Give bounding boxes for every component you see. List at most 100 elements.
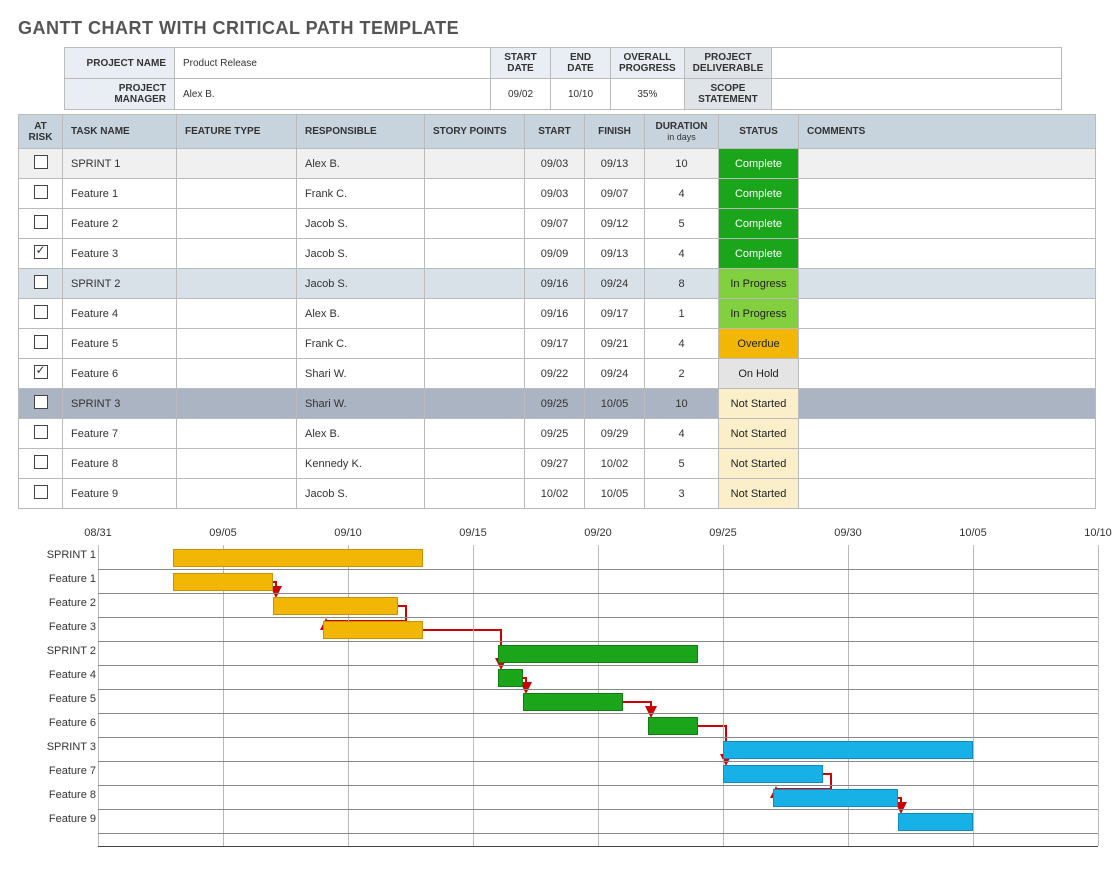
status-cell[interactable]: Not Started [719, 479, 799, 509]
task-name-cell[interactable]: Feature 6 [63, 359, 177, 389]
value-end-date[interactable]: 10/10 [551, 79, 611, 110]
value-project-manager[interactable]: Alex B. [175, 79, 491, 110]
checkbox-icon[interactable] [34, 185, 48, 199]
duration-cell[interactable]: 4 [645, 179, 719, 209]
value-start-date[interactable]: 09/02 [491, 79, 551, 110]
risk-cell[interactable] [19, 389, 63, 419]
checkbox-icon[interactable] [34, 395, 48, 409]
start-cell[interactable]: 09/17 [525, 329, 585, 359]
finish-cell[interactable]: 10/05 [585, 389, 645, 419]
story-points-cell[interactable] [425, 329, 525, 359]
value-overall-progress[interactable]: 35% [611, 79, 685, 110]
feature-type-cell[interactable] [177, 479, 297, 509]
comments-cell[interactable] [799, 179, 1096, 209]
duration-cell[interactable]: 5 [645, 209, 719, 239]
risk-cell[interactable] [19, 479, 63, 509]
duration-cell[interactable]: 10 [645, 149, 719, 179]
responsible-cell[interactable]: Shari W. [297, 359, 425, 389]
responsible-cell[interactable]: Alex B. [297, 299, 425, 329]
risk-cell[interactable] [19, 149, 63, 179]
comments-cell[interactable] [799, 449, 1096, 479]
feature-type-cell[interactable] [177, 149, 297, 179]
start-cell[interactable]: 09/25 [525, 389, 585, 419]
start-cell[interactable]: 10/02 [525, 479, 585, 509]
comments-cell[interactable] [799, 269, 1096, 299]
duration-cell[interactable]: 5 [645, 449, 719, 479]
responsible-cell[interactable]: Alex B. [297, 419, 425, 449]
task-name-cell[interactable]: Feature 2 [63, 209, 177, 239]
risk-cell[interactable] [19, 299, 63, 329]
start-cell[interactable]: 09/07 [525, 209, 585, 239]
comments-cell[interactable] [799, 209, 1096, 239]
comments-cell[interactable] [799, 329, 1096, 359]
value-project-name[interactable]: Product Release [175, 48, 491, 79]
status-cell[interactable]: On Hold [719, 359, 799, 389]
story-points-cell[interactable] [425, 209, 525, 239]
responsible-cell[interactable]: Frank C. [297, 179, 425, 209]
gantt-bar[interactable] [273, 597, 398, 615]
feature-type-cell[interactable] [177, 179, 297, 209]
duration-cell[interactable]: 4 [645, 239, 719, 269]
risk-cell[interactable] [19, 179, 63, 209]
story-points-cell[interactable] [425, 239, 525, 269]
responsible-cell[interactable]: Jacob S. [297, 269, 425, 299]
risk-cell[interactable] [19, 359, 63, 389]
story-points-cell[interactable] [425, 359, 525, 389]
finish-cell[interactable]: 09/13 [585, 149, 645, 179]
status-cell[interactable]: Not Started [719, 389, 799, 419]
feature-type-cell[interactable] [177, 419, 297, 449]
checkbox-icon[interactable] [34, 365, 48, 379]
responsible-cell[interactable]: Alex B. [297, 149, 425, 179]
feature-type-cell[interactable] [177, 389, 297, 419]
risk-cell[interactable] [19, 329, 63, 359]
gantt-bar[interactable] [898, 813, 973, 831]
risk-cell[interactable] [19, 269, 63, 299]
responsible-cell[interactable]: Kennedy K. [297, 449, 425, 479]
finish-cell[interactable]: 09/17 [585, 299, 645, 329]
value-deliverable[interactable] [772, 48, 1062, 79]
comments-cell[interactable] [799, 419, 1096, 449]
checkbox-icon[interactable] [34, 335, 48, 349]
gantt-bar[interactable] [173, 549, 423, 567]
gantt-bar[interactable] [498, 669, 523, 687]
comments-cell[interactable] [799, 479, 1096, 509]
finish-cell[interactable]: 09/24 [585, 269, 645, 299]
responsible-cell[interactable]: Shari W. [297, 389, 425, 419]
comments-cell[interactable] [799, 359, 1096, 389]
feature-type-cell[interactable] [177, 239, 297, 269]
task-name-cell[interactable]: Feature 3 [63, 239, 177, 269]
start-cell[interactable]: 09/03 [525, 149, 585, 179]
finish-cell[interactable]: 09/13 [585, 239, 645, 269]
status-cell[interactable]: Complete [719, 149, 799, 179]
finish-cell[interactable]: 09/07 [585, 179, 645, 209]
duration-cell[interactable]: 2 [645, 359, 719, 389]
checkbox-icon[interactable] [34, 245, 48, 259]
duration-cell[interactable]: 3 [645, 479, 719, 509]
status-cell[interactable]: Not Started [719, 449, 799, 479]
checkbox-icon[interactable] [34, 305, 48, 319]
finish-cell[interactable]: 10/05 [585, 479, 645, 509]
checkbox-icon[interactable] [34, 485, 48, 499]
finish-cell[interactable]: 10/02 [585, 449, 645, 479]
task-name-cell[interactable]: Feature 8 [63, 449, 177, 479]
gantt-bar[interactable] [723, 741, 973, 759]
start-cell[interactable]: 09/22 [525, 359, 585, 389]
gantt-bar[interactable] [173, 573, 273, 591]
status-cell[interactable]: Overdue [719, 329, 799, 359]
start-cell[interactable]: 09/09 [525, 239, 585, 269]
checkbox-icon[interactable] [34, 215, 48, 229]
status-cell[interactable]: Complete [719, 209, 799, 239]
task-name-cell[interactable]: Feature 5 [63, 329, 177, 359]
start-cell[interactable]: 09/03 [525, 179, 585, 209]
comments-cell[interactable] [799, 149, 1096, 179]
task-name-cell[interactable]: SPRINT 3 [63, 389, 177, 419]
responsible-cell[interactable]: Jacob S. [297, 209, 425, 239]
comments-cell[interactable] [799, 389, 1096, 419]
story-points-cell[interactable] [425, 389, 525, 419]
story-points-cell[interactable] [425, 179, 525, 209]
task-name-cell[interactable]: Feature 4 [63, 299, 177, 329]
feature-type-cell[interactable] [177, 329, 297, 359]
status-cell[interactable]: Complete [719, 179, 799, 209]
checkbox-icon[interactable] [34, 155, 48, 169]
status-cell[interactable]: Complete [719, 239, 799, 269]
